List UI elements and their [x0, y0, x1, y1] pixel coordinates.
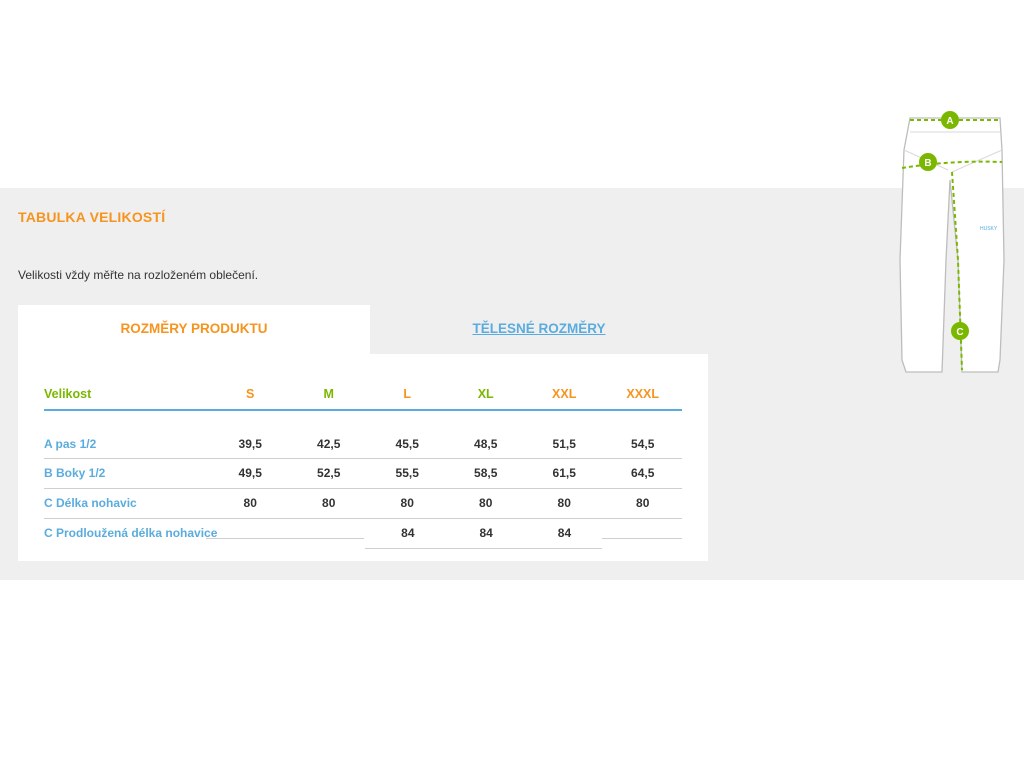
- row-label: C Prodloužená délka nohavice: [44, 525, 218, 540]
- table-cell: 84: [401, 525, 415, 540]
- table-cell: 54,5: [631, 436, 655, 451]
- table-cell: 80: [322, 495, 336, 510]
- size-chart-panel: TABULKA VELIKOSTÍ Velikosti vždy měřte n…: [0, 188, 1024, 580]
- row-label: C Délka nohavic: [44, 495, 137, 510]
- row-divider: [365, 548, 602, 549]
- header-divider: [44, 409, 682, 411]
- header-size-xxxl: XXXL: [626, 387, 660, 401]
- table-cell: 80: [243, 495, 257, 510]
- row-label: B Boky 1/2: [44, 465, 106, 480]
- brand-label: HUSKY: [980, 226, 998, 232]
- table-cell: 80: [636, 495, 650, 510]
- table-cell: 61,5: [552, 465, 576, 480]
- tab-product-dimensions[interactable]: ROZMĚRY PRODUKTU: [18, 305, 370, 355]
- row-label: A pas 1/2: [44, 436, 97, 451]
- table-row: B Boky 1/2 49,5 52,5 55,5 58,5 61,5 64,5: [44, 458, 682, 487]
- table-row: C Prodloužená délka nohavice 84 84 84: [44, 518, 682, 547]
- header-size-m: M: [323, 387, 334, 401]
- table-cell: 84: [557, 525, 572, 540]
- table-cell: 49,5: [238, 465, 262, 480]
- table-cell: 45,5: [395, 436, 419, 451]
- header-size-label: Velikost: [44, 387, 92, 401]
- table-cell: 80: [557, 495, 571, 510]
- marker-c-label: C: [956, 327, 963, 338]
- header-size-xxl: XXL: [552, 387, 577, 401]
- table-row: C Délka nohavic 80 80 80 80 80 80: [44, 488, 682, 517]
- table-cell: 39,5: [238, 436, 262, 451]
- marker-a-label: A: [946, 116, 953, 127]
- table-header-row: Velikost S M L XL XXL XXXL: [44, 379, 682, 409]
- row-divider: [44, 488, 682, 489]
- section-title: TABULKA VELIKOSTÍ: [18, 209, 166, 225]
- row-divider: [44, 518, 682, 519]
- table-row: A pas 1/2 39,5 42,5 45,5 48,5 51,5 54,5: [44, 429, 682, 458]
- table-cell: 51,5: [552, 436, 576, 451]
- pants-diagram: HUSKY A B C: [899, 111, 1005, 373]
- table-cell: 52,5: [317, 465, 341, 480]
- header-size-l: L: [403, 387, 412, 401]
- table-cell: 42,5: [317, 436, 341, 451]
- table-cell: 58,5: [474, 465, 498, 480]
- intro-text: Velikosti vždy měřte na rozloženém obleč…: [18, 268, 259, 282]
- size-table-card: Velikost S M L XL XXL XXXL A pas 1/2 39,5…: [18, 354, 708, 561]
- row-divider: [602, 538, 682, 539]
- table-cell: 55,5: [395, 465, 419, 480]
- tab-body-dimensions[interactable]: TĚLESNÉ ROZMĚRY: [370, 305, 708, 353]
- header-size-s: S: [246, 387, 255, 401]
- table-cell: 48,5: [474, 436, 498, 451]
- marker-b-label: B: [924, 158, 931, 169]
- row-divider: [44, 458, 682, 459]
- header-size-xl: XL: [477, 387, 494, 401]
- table-cell: 64,5: [631, 465, 655, 480]
- table-cell: 80: [479, 495, 493, 510]
- row-divider: [206, 538, 364, 539]
- table-cell: 80: [400, 495, 414, 510]
- table-cell: 84: [479, 525, 493, 540]
